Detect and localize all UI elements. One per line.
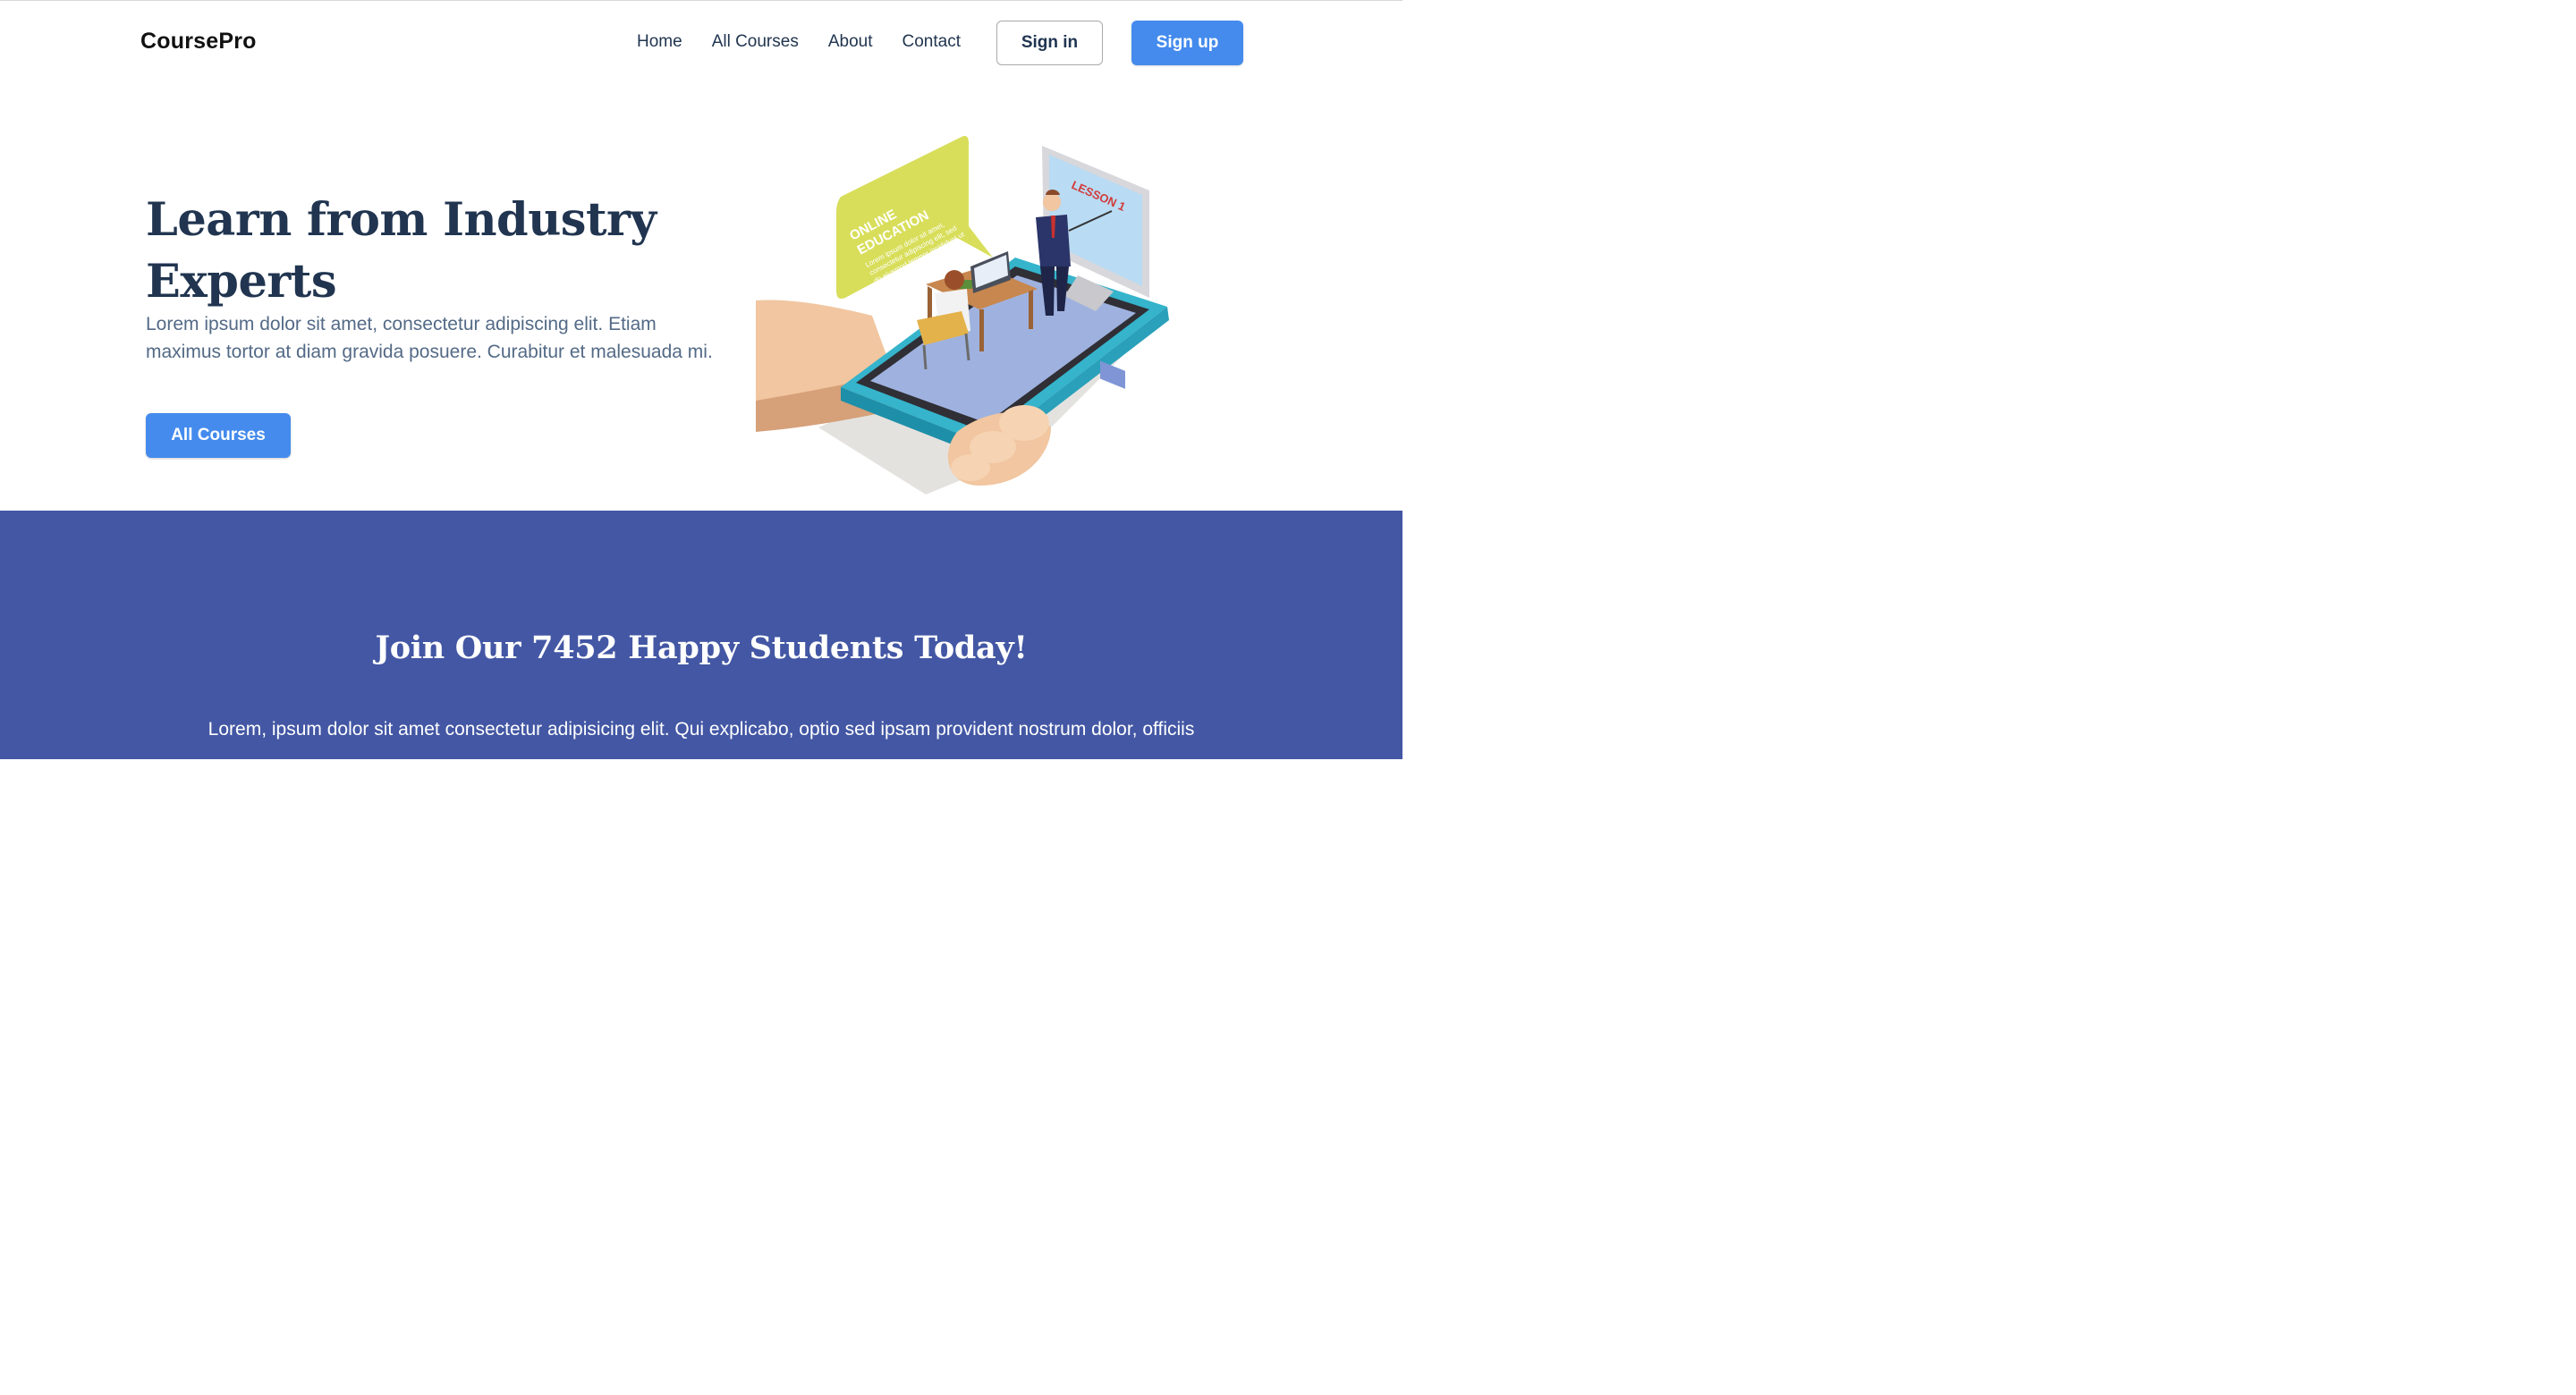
nav-link-all-courses[interactable]: All Courses (712, 32, 799, 52)
nav-link-about[interactable]: About (828, 32, 873, 52)
all-courses-button[interactable]: All Courses (146, 413, 291, 458)
navbar: CoursePro Home All Courses About Contact… (0, 0, 1402, 86)
nav-link-home[interactable]: Home (637, 32, 682, 52)
hero-description: Lorem ipsum dolor sit amet, consectetur … (146, 314, 713, 362)
online-education-illustration: LESSON 1 ONLINE EDUCATION Lorem ipsum do… (756, 135, 1169, 495)
sign-in-button[interactable]: Sign in (996, 21, 1103, 65)
students-title: Join Our 7452 Happy Students Today! (375, 630, 1028, 666)
nav-link-contact[interactable]: Contact (902, 32, 961, 52)
students-description: Lorem, ipsum dolor sit amet consectetur … (208, 719, 1195, 740)
nav-links: Home All Courses About Contact (637, 32, 990, 52)
students-section: Join Our 7452 Happy Students Today! Lore… (0, 511, 1402, 759)
hero-title: Learn from Industry Experts (146, 193, 657, 309)
logo[interactable]: CoursePro (140, 29, 257, 55)
sign-up-button[interactable]: Sign up (1131, 21, 1243, 65)
